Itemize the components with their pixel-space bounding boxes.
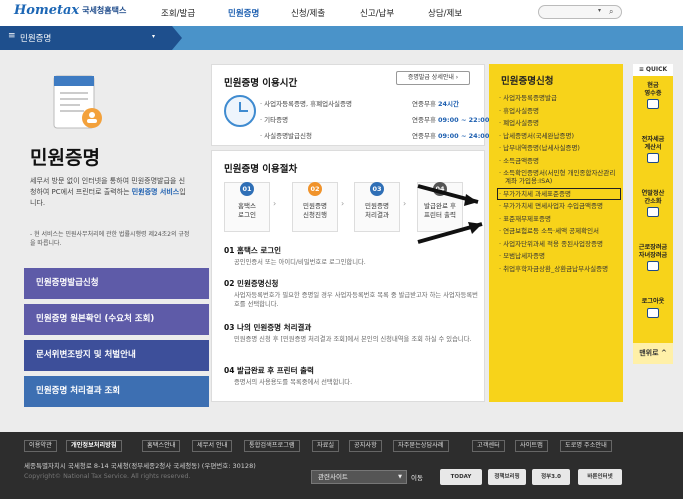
footer-link[interactable]: 자주묻는상담사례 <box>393 440 449 452</box>
footer: 이용약관 개인정보처리방침 홈택스안내 세무서 안내 통합검색프로그램 자료실 … <box>0 432 683 499</box>
footer-link[interactable]: 이용약관 <box>24 440 57 452</box>
quick-header: ≡ QUICK <box>633 64 673 76</box>
invoice-icon <box>647 153 659 163</box>
footer-link[interactable]: 고객센터 <box>472 440 505 452</box>
footer-link[interactable]: 개인정보처리방침 <box>66 440 122 452</box>
footer-address: 세종특별자치시 국세청로 8-14 국세청(정부세종2청사 국세청동) (우편번… <box>24 462 256 470</box>
footer-link[interactable]: 세무서 안내 <box>192 440 233 452</box>
related-sites-select[interactable]: 관련사이트 ▼ <box>311 470 407 484</box>
internet-badge[interactable]: 바른인터넷 <box>578 469 622 485</box>
quick-incentive[interactable]: 근로장려금 자녀장려금 <box>635 244 671 271</box>
quick-cash-receipt[interactable]: 현금 영수증 <box>635 82 671 109</box>
footer-link[interactable]: 통합검색프로그램 <box>244 440 300 452</box>
footer-link[interactable]: 자료실 <box>312 440 340 452</box>
receipt-icon <box>647 99 659 109</box>
policy-badge[interactable]: 정책브리핑 <box>488 469 526 485</box>
footer-link[interactable]: 홈택스안내 <box>142 440 181 452</box>
calculator-icon <box>647 207 659 217</box>
footer-link[interactable]: 공지사항 <box>349 440 382 452</box>
chevron-down-icon: ▼ <box>398 474 402 480</box>
gov30-badge[interactable]: 정부3.0 <box>532 469 570 485</box>
footer-link[interactable]: 도로명 주소안내 <box>560 440 612 452</box>
quick-menu: ≡ QUICK 현금 영수증 전자세금 계산서 연말정산 간소화 근로장려금 자… <box>633 64 673 364</box>
go-button[interactable]: 이동 <box>411 472 423 482</box>
footer-copyright: Copyright© National Tax Service. All rig… <box>24 473 191 480</box>
quick-logout[interactable]: 로그아웃 <box>635 298 671 318</box>
lock-icon <box>647 307 659 318</box>
footer-link[interactable]: 사이트맵 <box>515 440 548 452</box>
go-top-button[interactable]: 맨위로 ^ <box>633 343 673 364</box>
heart-icon <box>647 261 659 271</box>
quick-year-end[interactable]: 연말정산 간소화 <box>635 190 671 217</box>
family-badge[interactable]: TODAY <box>440 469 482 485</box>
annotation-arrows <box>417 184 483 244</box>
quick-e-invoice[interactable]: 전자세금 계산서 <box>635 136 671 163</box>
